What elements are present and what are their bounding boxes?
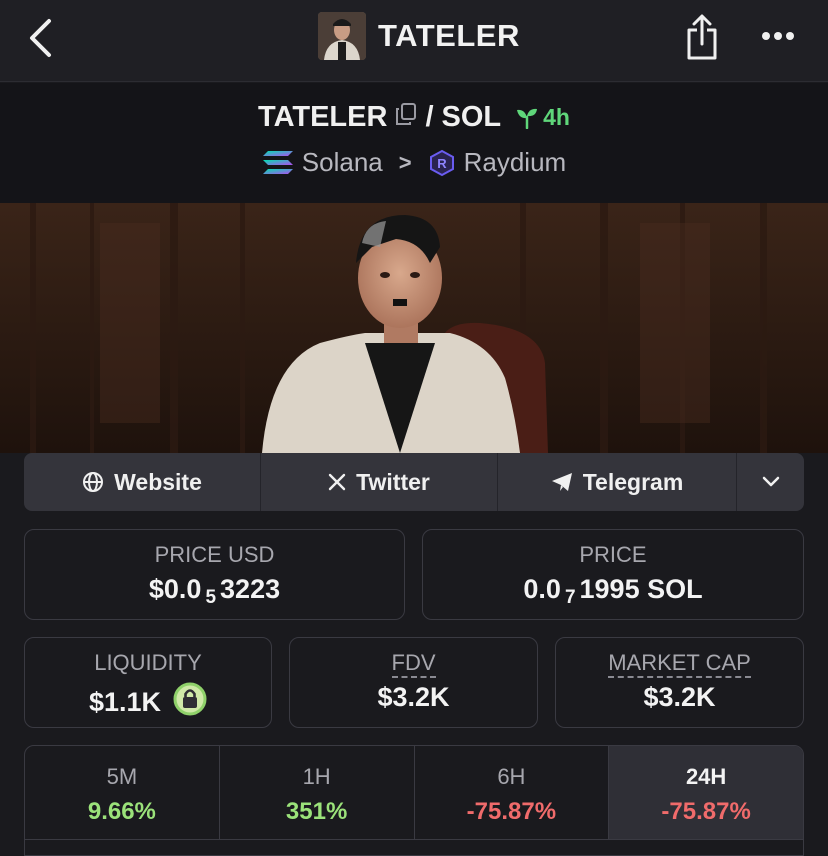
price-usd-prefix: $0.0: [148, 574, 202, 604]
market-cap-label[interactable]: MARKET CAP: [608, 650, 751, 678]
pair-age: 4h: [515, 104, 570, 131]
top-bar: TATELER: [0, 0, 828, 82]
price-sol-label: PRICE: [579, 542, 647, 567]
token-title: TATELER: [318, 12, 520, 60]
svg-text:R: R: [437, 156, 447, 171]
market-cap-label-wrap: MARKET CAP: [556, 650, 803, 678]
pair-separator: /: [425, 101, 434, 133]
tab-1h[interactable]: 1H 351%: [219, 746, 415, 840]
breadcrumb-separator: >: [398, 149, 412, 175]
pair-header: TATELER / SOL 4h Solana > R Raydium: [0, 83, 828, 203]
chain-name: Solana: [301, 147, 383, 177]
copy-address-button[interactable]: [395, 101, 417, 134]
twitter-link[interactable]: Twitter: [261, 453, 498, 511]
price-usd-digits: 3223: [220, 574, 281, 604]
price-sol-value: 0.0 7 1995 SOL: [423, 574, 803, 608]
tab-6h-label: 6H: [497, 764, 526, 789]
price-sol-digits: 1995 SOL: [579, 574, 703, 604]
fdv-box: FDV $3.2K: [289, 637, 538, 728]
price-usd-box: PRICE USD $0.0 5 3223: [24, 529, 405, 620]
liquidity-label: LIQUIDITY: [94, 650, 202, 675]
globe-icon: [83, 472, 104, 492]
fdv-label[interactable]: FDV: [391, 650, 436, 678]
tab-24h-label: 24H: [685, 764, 727, 789]
liquidity-box: LIQUIDITY $1.1K: [24, 637, 272, 728]
tab-6h[interactable]: 6H -75.87%: [414, 746, 610, 840]
token-name: TATELER: [378, 18, 520, 53]
token-avatar: [318, 12, 366, 60]
dex-link[interactable]: R Raydium: [428, 147, 567, 178]
pair-quote: SOL: [441, 101, 502, 133]
price-sol-box: PRICE 0.0 7 1995 SOL: [422, 529, 804, 620]
share-button[interactable]: [684, 12, 720, 62]
tab-5m[interactable]: 5M 9.66%: [25, 746, 220, 840]
raydium-logo-icon: R: [429, 149, 454, 176]
price-usd-label: PRICE USD: [154, 542, 275, 567]
website-link[interactable]: Website: [24, 453, 261, 511]
market-cap-value: $3.2K: [643, 682, 716, 712]
tab-24h-value: -75.87%: [661, 798, 751, 825]
price-usd-zero-count: 5: [205, 586, 217, 608]
pair-age-value: 4h: [543, 104, 570, 130]
more-links-dropdown[interactable]: [737, 453, 804, 511]
more-horizontal-icon: [762, 32, 794, 40]
tab-1h-label: 1H: [302, 764, 331, 789]
price-change-tabs: 5M 9.66% 1H 351% 6H -75.87% 24H -75.87%: [24, 745, 804, 856]
liquidity-value: $1.1K: [88, 687, 162, 717]
price-sol-prefix: 0.0: [523, 574, 561, 604]
token-banner-image: [0, 203, 828, 453]
telegram-label: Telegram: [582, 468, 684, 495]
chain-breadcrumb: Solana > R Raydium: [0, 147, 828, 178]
chevron-down-icon: [762, 476, 779, 487]
share-icon: [687, 14, 717, 60]
x-logo-icon: [328, 473, 346, 491]
website-label: Website: [114, 468, 202, 495]
social-links-bar: Website Twitter Telegram: [24, 453, 804, 511]
tab-5m-value: 9.66%: [87, 798, 156, 825]
liquidity-value-row: $1.1K: [25, 682, 271, 723]
liquidity-lock-badge[interactable]: [173, 682, 207, 723]
chain-link[interactable]: Solana: [262, 147, 383, 178]
chevron-left-icon: [30, 19, 51, 57]
tab-5m-label: 5M: [106, 764, 138, 789]
fdv-label-wrap: FDV: [290, 650, 537, 678]
market-cap-box: MARKET CAP $3.2K: [555, 637, 804, 728]
lock-icon: [173, 682, 207, 716]
price-sol-zero-count: 7: [564, 586, 576, 608]
price-usd-value: $0.0 5 3223: [25, 574, 404, 608]
telegram-link[interactable]: Telegram: [498, 453, 737, 511]
back-button[interactable]: [22, 14, 58, 62]
fdv-value: $3.2K: [377, 682, 450, 712]
pair-base: TATELER: [258, 101, 388, 133]
pair-name: TATELER / SOL 4h: [0, 101, 828, 134]
telegram-icon: [551, 473, 572, 491]
tab-24h[interactable]: 24H -75.87%: [609, 746, 803, 840]
solana-logo-icon: [262, 150, 293, 174]
copy-icon: [396, 103, 417, 125]
more-button[interactable]: [758, 22, 798, 50]
tab-1h-value: 351%: [285, 798, 348, 825]
tab-6h-value: -75.87%: [466, 798, 557, 825]
sprout-icon: [517, 108, 538, 129]
dex-name: Raydium: [463, 147, 567, 177]
twitter-label: Twitter: [356, 468, 430, 495]
